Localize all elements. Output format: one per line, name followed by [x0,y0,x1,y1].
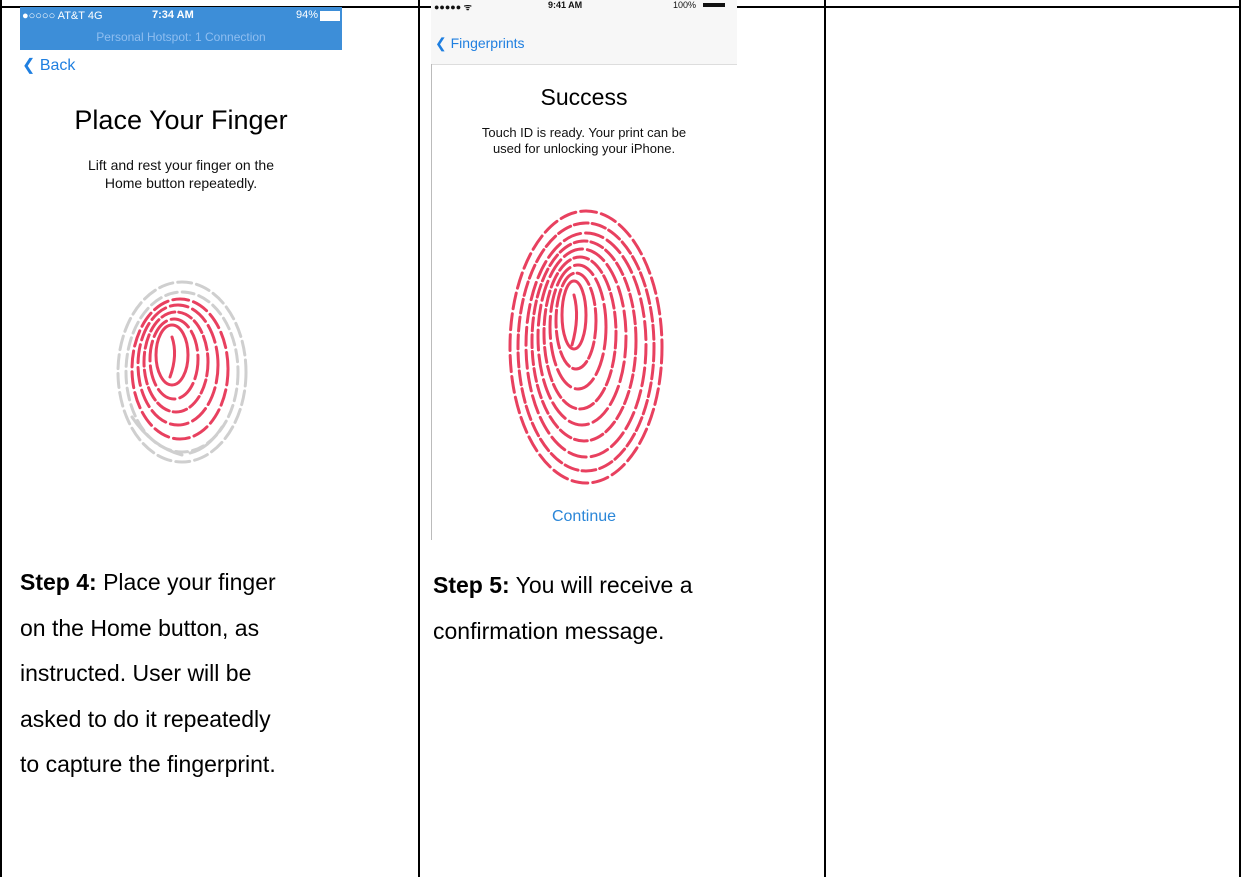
battery-icon [703,3,725,7]
table-left-border [0,0,2,877]
status-time: 9:41 AM [548,0,583,10]
back-button[interactable]: ❮ Back [22,55,75,75]
hotspot-banner[interactable]: Personal Hotspot: 1 Connection [20,30,342,44]
step-4-line-4: asked to do it repeatedly [20,705,271,732]
step-4-label: Step 4: [20,569,97,595]
battery-percent: 100% [673,0,697,10]
battery-icon [320,11,340,21]
step-5-label: Step 5: [433,572,510,598]
carrier-text: ●○○○○ AT&T 4G [22,10,103,22]
continue-button[interactable]: Continue [431,508,737,526]
page-title: Place Your Finger [74,105,288,135]
step-4-line-5: to capture the fingerprint. [20,751,276,777]
step-5-caption: Step 5: You will receive a confirmation … [433,563,821,654]
step-5-line-1: You will receive a [509,572,693,598]
confirmation-line-1: Touch ID is ready. Your print can be [481,125,687,140]
step-4-caption: Step 4: Place your finger on the Home bu… [20,560,415,788]
fingerprint-icon [508,209,664,485]
step-4-line-1: Place your finger [96,569,276,595]
fingerprint-icon [116,280,248,464]
step-5-line-2: confirmation message. [433,617,665,644]
status-time: 7:34 AM [152,9,194,21]
back-label: Back [39,57,76,74]
chevron-left-icon: ❮ [435,35,447,51]
confirmation-line-2: used for unlocking your iPhone. [492,141,676,156]
signal-icon: ●●●●● ᯤ [434,2,472,12]
chevron-left-icon: ❮ [22,57,36,74]
back-label: Fingerprints [450,35,525,51]
success-screenshot: ●●●●● ᯤ 9:41 AM 100% ❮ Fingerprints Succ… [431,0,737,540]
page-title: Success [540,84,628,110]
battery-percent: 94% [295,9,318,21]
instruction-text: Lift and rest your finger on the Home bu… [20,156,342,192]
column-divider-1 [418,0,420,877]
step-4-line-3: instructed. User will be [20,660,252,686]
step-4-line-2: on the Home button, as [20,614,260,641]
navigation-bar: ●●●●● ᯤ 9:41 AM 100% ❮ Fingerprints [431,0,737,65]
instruction-line-2: Home button repeatedly. [104,175,258,191]
confirmation-text: Touch ID is ready. Your print can be use… [431,125,737,157]
instruction-line-1: Lift and rest your finger on the [88,157,274,173]
column-divider-2 [824,0,826,877]
status-bar: ●○○○○ AT&T 4G 7:34 AM 94% Personal Hotsp… [20,7,342,50]
place-finger-screenshot: ●○○○○ AT&T 4G 7:34 AM 94% Personal Hotsp… [20,7,342,507]
fingerprints-back-button[interactable]: ❮ Fingerprints [435,35,525,52]
